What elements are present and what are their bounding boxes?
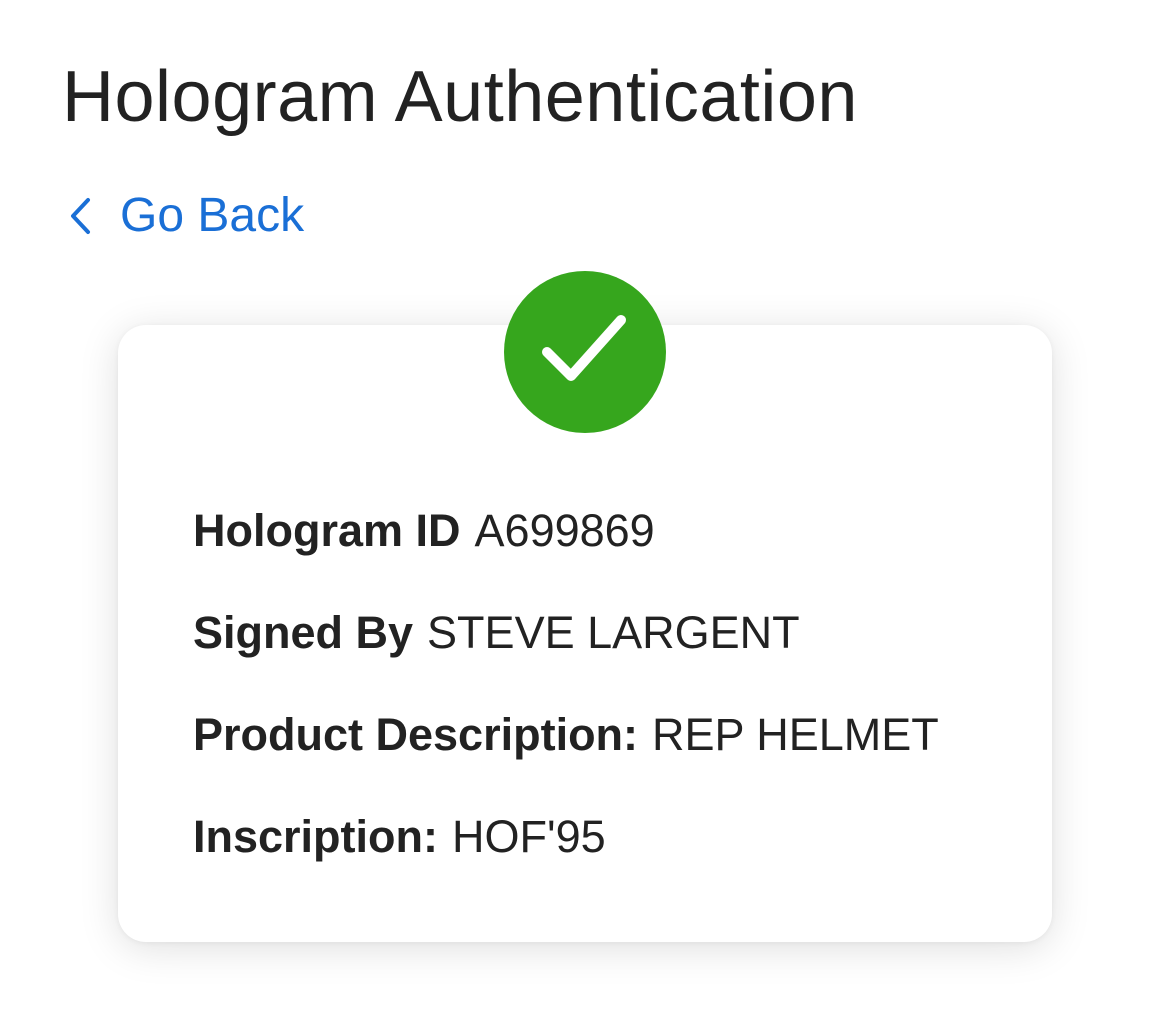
detail-label: Inscription: <box>193 811 438 862</box>
detail-label: Product Description: <box>193 709 639 760</box>
details-list: Hologram ID A699869 Signed By STEVE LARG… <box>193 480 1043 888</box>
go-back-link[interactable]: Go Back <box>66 188 304 244</box>
page-title: Hologram Authentication <box>62 57 858 137</box>
detail-row-hologram-id: Hologram ID A699869 <box>193 480 1043 582</box>
detail-label: Signed By <box>193 607 414 658</box>
detail-row-inscription: Inscription: HOF'95 <box>193 786 1043 888</box>
detail-value: A699869 <box>474 505 655 556</box>
detail-value: REP HELMET <box>652 709 939 760</box>
detail-value: STEVE LARGENT <box>427 607 800 658</box>
detail-row-signed-by: Signed By STEVE LARGENT <box>193 582 1043 684</box>
checkmark-icon <box>537 310 633 395</box>
go-back-label: Go Back <box>120 189 305 242</box>
chevron-left-icon <box>66 196 96 236</box>
detail-row-product-description: Product Description: REP HELMET <box>193 684 1043 786</box>
verified-badge <box>504 271 666 433</box>
detail-value: HOF'95 <box>452 811 606 862</box>
detail-label: Hologram ID <box>193 505 461 556</box>
